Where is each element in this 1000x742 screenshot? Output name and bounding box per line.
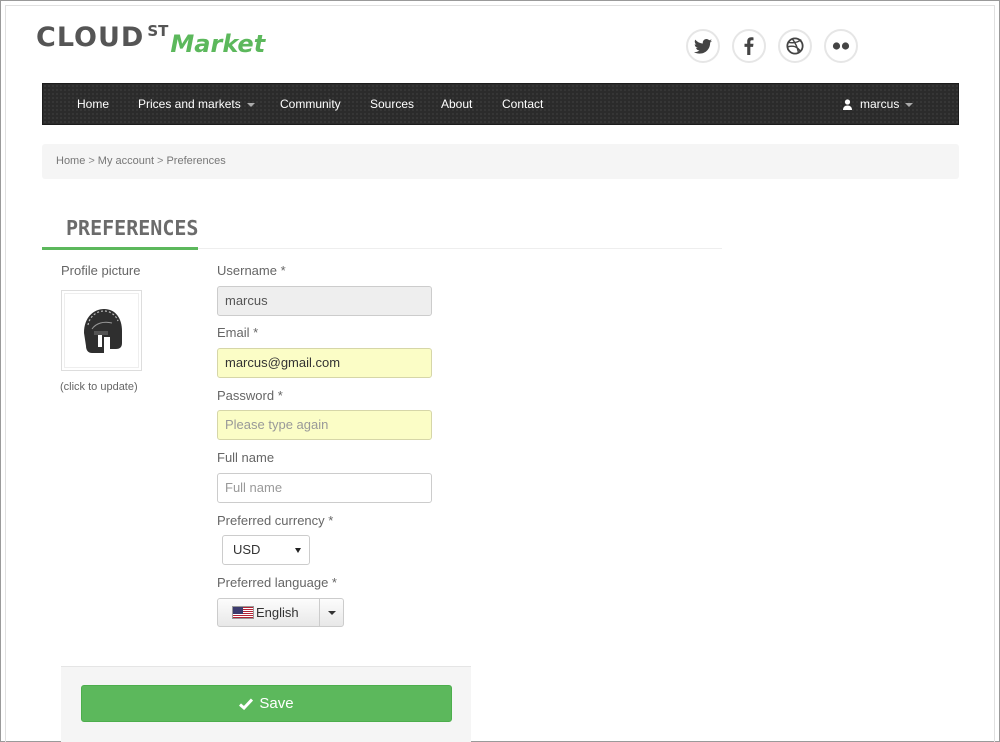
facebook-icon[interactable] [732, 29, 766, 63]
email-label: Email * [217, 325, 259, 340]
profile-picture-hint: (click to update) [60, 381, 138, 393]
currency-selected: USD [233, 542, 261, 557]
spartan-helmet-icon [83, 308, 122, 353]
us-flag-icon [232, 606, 254, 619]
language-select[interactable]: English [217, 598, 344, 627]
breadcrumb-current: Preferences [166, 155, 226, 167]
breadcrumb: Home > My account > Preferences [42, 144, 959, 179]
language-label: Preferred language * [217, 575, 337, 590]
logo-superscript: ST [147, 22, 169, 40]
logo-brand: CLOUD [36, 22, 145, 53]
username-field[interactable]: marcus [217, 286, 432, 316]
breadcrumb-home[interactable]: Home [56, 155, 85, 167]
nav-prices-and-markets[interactable]: Prices and markets [138, 84, 255, 124]
profile-picture[interactable] [61, 290, 142, 371]
title-accent-bar [42, 247, 198, 250]
nav-community[interactable]: Community [280, 84, 341, 124]
check-icon [239, 697, 254, 710]
profile-picture-label: Profile picture [61, 263, 141, 278]
nav-prices-label: Prices and markets [138, 97, 241, 111]
nav-sources[interactable]: Sources [370, 84, 414, 124]
password-field[interactable]: Please type again [217, 410, 432, 440]
user-menu-label: marcus [860, 97, 900, 111]
main-navbar: Home Prices and markets Community Source… [42, 83, 959, 125]
flickr-icon[interactable] [824, 29, 858, 63]
nav-contact[interactable]: Contact [502, 84, 543, 124]
currency-select[interactable]: USD [222, 535, 310, 565]
save-button-label: Save [259, 695, 294, 712]
logo-suffix: Market [170, 30, 266, 58]
breadcrumb-separator: > [157, 155, 164, 167]
user-menu[interactable]: marcus [843, 84, 914, 124]
currency-label: Preferred currency * [217, 513, 334, 528]
save-button[interactable]: Save [81, 685, 452, 722]
breadcrumb-my-account[interactable]: My account [98, 155, 154, 167]
nav-about[interactable]: About [441, 84, 472, 124]
language-dropdown-toggle[interactable] [320, 599, 343, 626]
chevron-down-icon [905, 102, 914, 107]
language-selected-button[interactable]: English [218, 599, 320, 626]
full-name-field[interactable]: Full name [217, 473, 432, 503]
user-icon [843, 99, 852, 111]
dropdown-arrow-icon [295, 548, 301, 553]
social-links [686, 29, 858, 63]
twitter-icon[interactable] [686, 29, 720, 63]
email-field[interactable]: marcus@gmail.com [217, 348, 432, 378]
dribbble-icon[interactable] [778, 29, 812, 63]
breadcrumb-separator: > [88, 155, 95, 167]
nav-home[interactable]: Home [77, 84, 109, 124]
page-title: PREFERENCES [66, 216, 199, 240]
chevron-down-icon [246, 102, 255, 107]
full-name-label: Full name [217, 450, 275, 465]
username-label: Username * [217, 263, 286, 278]
site-logo[interactable]: CLOUD ST Market [36, 22, 265, 62]
chevron-down-icon [327, 610, 336, 615]
password-label: Password * [217, 388, 283, 403]
language-selected: English [256, 605, 299, 620]
